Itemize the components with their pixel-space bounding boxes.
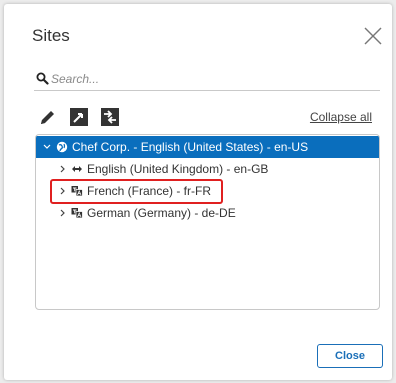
tree-item-fr-fr[interactable]: French (France) - fr-FR [36, 180, 379, 202]
close-button[interactable]: Close [317, 344, 383, 368]
search-input[interactable] [51, 70, 371, 88]
dialog-title: Sites [32, 26, 70, 45]
tree-item-label: German (Germany) - de-DE [87, 206, 236, 220]
site-tree: Chef Corp. - English (United States) - e… [35, 134, 380, 310]
globe-icon [56, 141, 68, 153]
swap-icon[interactable] [100, 107, 120, 127]
search-icon [36, 72, 49, 85]
link-arrows-icon [72, 166, 82, 172]
tree-item-label: French (France) - fr-FR [87, 184, 212, 198]
chevron-right-icon[interactable] [58, 180, 68, 202]
pencil-icon[interactable] [38, 107, 58, 127]
tree-item-label: Chef Corp. - English (United States) - e… [72, 140, 309, 154]
chevron-right-icon[interactable] [58, 158, 68, 180]
translate-icon [71, 186, 83, 197]
chevron-right-icon[interactable] [58, 202, 68, 224]
chevron-down-icon[interactable] [42, 136, 52, 158]
tree-item-de-de[interactable]: German (Germany) - de-DE [36, 202, 379, 224]
expand-icon[interactable] [69, 107, 89, 127]
collapse-all-link[interactable]: Collapse all [310, 110, 372, 124]
translate-icon [71, 208, 83, 219]
sites-dialog: Sites Collapse all [4, 4, 392, 380]
tree-item-en-gb[interactable]: English (United Kingdom) - en-GB [36, 158, 379, 180]
tree-item-label: English (United Kingdom) - en-GB [87, 162, 269, 176]
search-bar [34, 70, 380, 91]
tree-item-chef-corp[interactable]: Chef Corp. - English (United States) - e… [36, 136, 379, 158]
close-icon[interactable] [361, 24, 385, 48]
